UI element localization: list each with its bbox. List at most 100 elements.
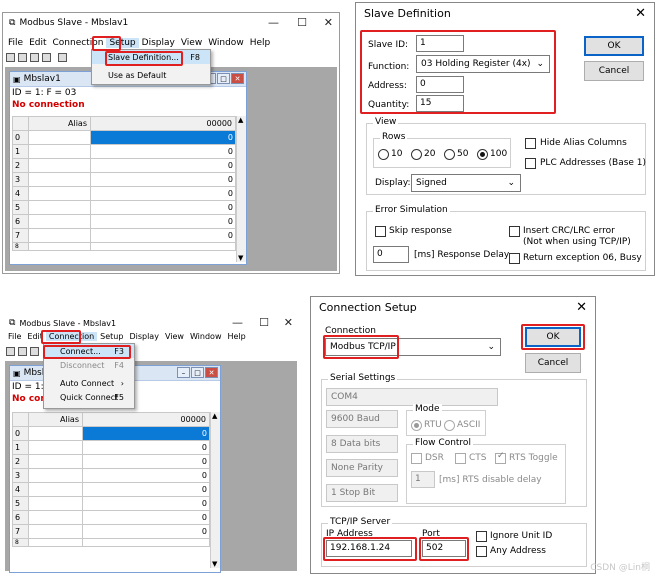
child-close-button[interactable]: ✕ [205,367,218,378]
stop-bits-select[interactable]: 1 Stop Bit [326,484,398,502]
save-icon[interactable] [30,53,39,62]
value-cell[interactable]: 0 [90,214,236,229]
table-row[interactable]: 50 [12,200,236,215]
menu-item-quick-connect[interactable]: Quick Connect F5 [44,390,134,404]
menu-help[interactable]: Help [224,332,248,341]
table-row[interactable]: 00 [12,130,236,145]
value-cell[interactable]: 0 [90,228,236,243]
menu-window[interactable]: Window [187,332,225,341]
menu-item-auto-connect[interactable]: Auto Connect › [44,376,134,390]
table-row[interactable]: 10 [12,440,210,455]
quantity-field[interactable]: 15 [416,95,464,112]
maximize-button[interactable]: ☐ [297,16,307,29]
menu-item-disconnect[interactable]: Disconnect F4 [44,358,134,372]
table-row[interactable]: 60 [12,510,210,525]
save-icon[interactable] [30,347,39,356]
rts-toggle-checkbox[interactable] [495,451,506,464]
maximize-button[interactable]: ☐ [259,316,269,329]
menu-item-use-as-default[interactable]: Use as Default [92,68,210,82]
alias-cell[interactable] [28,440,83,455]
hide-alias-checkbox[interactable] [525,138,536,149]
menu-edit[interactable]: Edit [24,332,46,341]
cancel-button[interactable]: Cancel [584,61,644,81]
register-grid[interactable]: Alias 00000 00 10 20 30 40 50 60 70 8 [12,412,210,547]
insert-crc-checkbox[interactable] [509,226,520,237]
alias-cell[interactable] [28,496,83,511]
table-row[interactable]: 30 [12,468,210,483]
table-row[interactable]: 8 [12,242,236,251]
alias-cell[interactable] [28,214,91,229]
value-cell[interactable]: 0 [82,524,210,539]
alias-cell[interactable] [28,468,83,483]
table-row[interactable]: 70 [12,524,210,539]
menu-help[interactable]: Help [247,38,274,48]
menu-display[interactable]: Display [139,38,178,48]
open-icon[interactable] [18,347,27,356]
value-cell[interactable]: 0 [90,158,236,173]
table-row[interactable]: 40 [12,186,236,201]
alias-cell[interactable] [28,200,91,215]
register-grid[interactable]: Alias 00000 00 10 20 30 40 50 60 70 8 [12,116,236,251]
alias-cell[interactable] [28,510,83,525]
value-cell[interactable]: 0 [82,510,210,525]
value-cell[interactable]: 0 [90,186,236,201]
menu-file[interactable]: File [5,38,26,48]
print-icon[interactable] [42,53,51,62]
return-exception-checkbox[interactable] [509,253,520,264]
function-select[interactable]: 03 Holding Register (4x) ⌄ [416,55,550,73]
value-cell[interactable]: 0 [82,468,210,483]
connection-select[interactable]: Modbus TCP/IP ⌄ [325,338,501,356]
table-row[interactable]: 40 [12,482,210,497]
alias-cell[interactable] [28,482,83,497]
value-cell[interactable]: 0 [90,172,236,187]
menu-edit[interactable]: Edit [26,38,49,48]
value-cell[interactable]: 0 [82,496,210,511]
table-row[interactable]: 50 [12,496,210,511]
display-select[interactable]: Signed ⌄ [411,174,521,192]
ok-button[interactable]: OK [584,36,644,56]
cancel-button[interactable]: Cancel [525,353,581,373]
dsr-checkbox[interactable] [411,453,422,464]
alias-cell[interactable] [28,454,83,469]
alias-cell[interactable] [28,130,91,145]
table-row[interactable]: 10 [12,144,236,159]
slave-id-field[interactable]: 1 [416,35,464,52]
port-field[interactable]: 502 [422,540,466,557]
table-row[interactable]: 60 [12,214,236,229]
rows-50-radio[interactable] [444,149,455,160]
rtu-radio[interactable] [411,420,422,431]
value-cell[interactable]: 0 [90,200,236,215]
scroll-down-icon[interactable]: ▼ [212,560,217,568]
rows-20-radio[interactable] [411,149,422,160]
value-cell[interactable]: 0 [90,130,236,145]
minimize-button[interactable]: — [268,16,279,29]
alias-cell[interactable] [28,158,91,173]
new-icon[interactable] [6,53,15,62]
value-cell[interactable]: 0 [82,454,210,469]
scroll-down-icon[interactable]: ▼ [238,254,243,262]
menu-connection[interactable]: Connection [50,38,107,48]
alias-cell[interactable] [28,524,83,539]
open-icon[interactable] [18,53,27,62]
menu-view[interactable]: View [178,38,205,48]
value-cell[interactable]: 0 [82,440,210,455]
menu-connection[interactable]: Connection [45,332,98,341]
window-icon[interactable] [58,53,67,62]
new-icon[interactable] [6,347,15,356]
alias-cell[interactable] [28,242,91,251]
plc-addresses-checkbox[interactable] [525,158,536,169]
rows-100-radio[interactable] [477,149,488,160]
parity-select[interactable]: None Parity [326,459,398,477]
menu-item-connect[interactable]: Connect... F3 [44,344,134,358]
scroll-up-icon[interactable]: ▲ [212,412,217,420]
table-row[interactable]: 20 [12,454,210,469]
table-row[interactable]: 20 [12,158,236,173]
alias-cell[interactable] [28,426,83,441]
child-minimize-button[interactable]: – [177,367,190,378]
ip-address-field[interactable]: 192.168.1.24 [326,540,412,557]
alias-cell[interactable] [28,228,91,243]
value-cell[interactable] [82,538,210,547]
table-row[interactable]: 00 [12,426,210,441]
value-cell[interactable] [90,242,236,251]
address-field[interactable]: 0 [416,76,464,93]
